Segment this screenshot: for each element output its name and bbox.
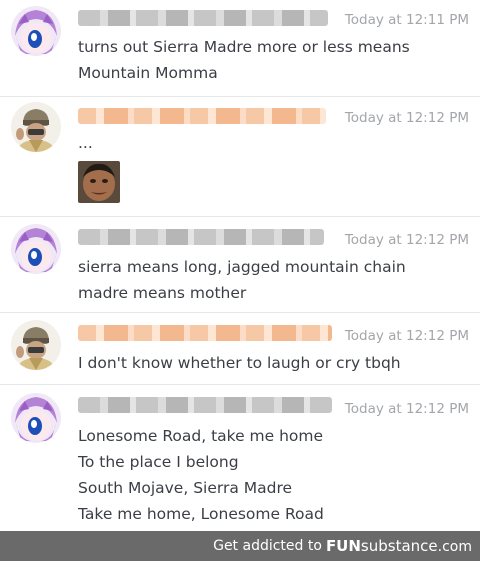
author-name-blurred[interactable] [78,229,324,245]
author-name-blurred[interactable] [78,10,328,26]
footer-prefix: Get addicted to [213,538,322,554]
timestamp: Today at 12:12 PM [344,328,469,344]
timestamp: Today at 12:12 PM [344,232,469,248]
site-brand-link[interactable]: FUNsubstance.com [326,537,472,555]
message-line: South Mojave, Sierra Madre [78,479,293,497]
message-5: Today at 12:12 PM Lonesome Road, take me… [0,385,480,531]
message-3: Today at 12:12 PM sierra means long, jag… [0,217,480,312]
message-line: sierra means long, jagged mountain chain [78,258,406,276]
brand-substance: substance [360,537,438,555]
face-emoji-attachment[interactable] [78,161,120,203]
face-emoji-icon [78,161,120,203]
timestamp: Today at 12:12 PM [344,401,469,417]
avatar[interactable] [11,224,61,274]
message-line: turns out Sierra Madre more or less mean… [78,38,410,56]
author-name-blurred[interactable] [78,108,326,124]
avatar[interactable] [11,102,61,152]
timestamp: Today at 12:11 PM [344,12,469,28]
message-line: I don't know whether to laugh or cry tbq… [78,354,401,372]
message-line: To the place I belong [78,453,239,471]
timestamp: Today at 12:12 PM [344,110,469,126]
masked-man-avatar-icon [11,320,61,370]
message-line: Lonesome Road, take me home [78,427,324,445]
avatar[interactable] [11,320,61,370]
author-name-blurred[interactable] [78,397,332,413]
anime-girl-avatar-icon [11,6,61,56]
message-4: Today at 12:12 PM I don't know whether t… [0,313,480,383]
anime-girl-avatar-icon [11,393,61,443]
avatar[interactable] [11,6,61,56]
anime-girl-avatar-icon [11,224,61,274]
message-line: Mountain Momma [78,64,218,82]
message-line: madre means mother [78,284,247,302]
brand-fun: FUN [325,537,361,555]
message-line: ... [78,134,93,152]
message-2: Today at 12:12 PM ... [0,97,480,215]
message-1: Today at 12:11 PM turns out Sierra Madre… [0,0,480,95]
watermark-footer: Get addicted to FUNsubstance.com [0,531,480,561]
avatar[interactable] [11,393,61,443]
message-line: Take me home, Lonesome Road [78,505,324,523]
masked-man-avatar-icon [11,102,61,152]
author-name-blurred[interactable] [78,325,332,341]
brand-domain: .com [437,539,472,555]
